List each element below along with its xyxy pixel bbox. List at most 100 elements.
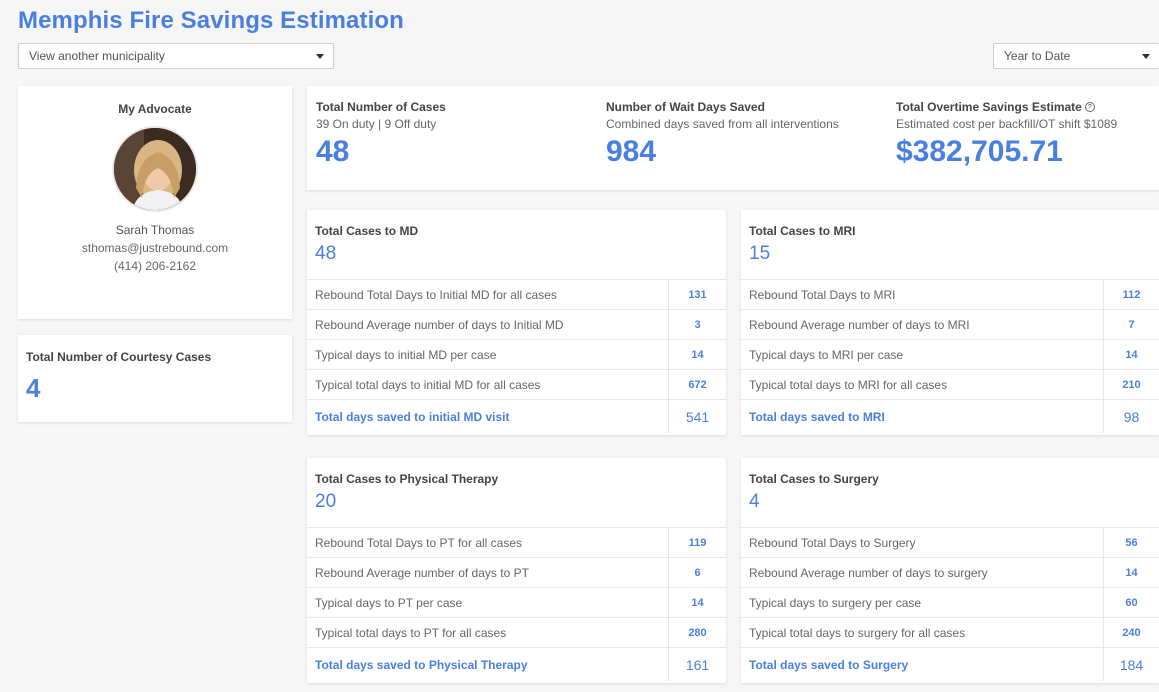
wait-days-title: Number of Wait Days Saved	[606, 100, 765, 114]
row-value: 7	[1103, 310, 1159, 339]
total-cases-sub: 39 On duty | 9 Off duty	[316, 117, 437, 131]
advocate-name: Sarah Thomas	[115, 223, 195, 237]
municipality-select-value: View another municipality	[29, 49, 165, 63]
table-row: Rebound Average number of days to PT 6	[307, 558, 726, 588]
mri-card: Total Cases to MRI 15 Rebound Total Days…	[741, 210, 1159, 435]
courtesy-cases-card: Total Number of Courtesy Cases 4	[18, 335, 292, 422]
total-row: Total days saved to MRI 98	[741, 400, 1159, 433]
table-row: Rebound Total Days to Surgery 56	[741, 528, 1159, 558]
summary-card: Total Number of Cases 39 On duty | 9 Off…	[307, 86, 1159, 190]
total-value: 161	[668, 648, 726, 681]
row-label: Typical days to PT per case	[315, 595, 463, 610]
md-card: Total Cases to MD 48 Rebound Total Days …	[307, 210, 726, 435]
overtime-summary: Total Overtime Savings Estimate? Estimat…	[896, 100, 1117, 169]
row-label: Rebound Average number of days to Initia…	[315, 317, 564, 332]
advocate-phone: (414) 206-2162	[113, 259, 197, 273]
row-value: 240	[1103, 618, 1159, 647]
row-value: 280	[668, 618, 726, 647]
pt-count: 20	[315, 491, 337, 512]
surgery-count: 4	[749, 491, 760, 512]
table-row: Typical days to surgery per case 60	[741, 588, 1159, 618]
chevron-down-icon	[1142, 54, 1150, 59]
row-value: 14	[668, 340, 726, 369]
table-row: Typical total days to MRI for all cases 2…	[741, 370, 1159, 400]
table-row: Rebound Total Days to MRI 112	[741, 280, 1159, 310]
table-row: Typical total days to surgery for all ca…	[741, 618, 1159, 648]
row-label: Rebound Average number of days to MRI	[749, 317, 970, 332]
md-count: 48	[315, 243, 337, 264]
advocate-title: My Advocate	[118, 102, 192, 116]
total-value: 98	[1103, 400, 1159, 433]
total-value: 541	[668, 400, 726, 433]
mri-count: 15	[749, 243, 771, 264]
chevron-down-icon	[316, 54, 324, 59]
total-row: Total days saved to Physical Therapy 161	[307, 648, 726, 681]
row-label: Rebound Total Days to MRI	[749, 287, 896, 302]
row-value: 60	[1103, 588, 1159, 617]
surgery-card: Total Cases to Surgery 4 Rebound Total D…	[741, 458, 1159, 683]
md-title: Total Cases to MD	[315, 224, 419, 238]
overtime-title-row: Total Overtime Savings Estimate?	[896, 100, 1117, 114]
surgery-title: Total Cases to Surgery	[749, 472, 879, 486]
wait-days-sub: Combined days saved from all interventio…	[606, 117, 839, 131]
courtesy-cases-value: 4	[26, 373, 41, 403]
table-row: Rebound Average number of days to MRI 7	[741, 310, 1159, 340]
wait-days-summary: Number of Wait Days Saved Combined days …	[606, 100, 839, 169]
total-label: Total days saved to MRI	[749, 409, 885, 424]
question-circle-icon[interactable]: ?	[1084, 102, 1095, 112]
total-cases-summary: Total Number of Cases 39 On duty | 9 Off…	[316, 100, 446, 169]
row-value: 6	[668, 558, 726, 587]
table-row: Rebound Average number of days to Initia…	[307, 310, 726, 340]
row-label: Typical total days to surgery for all ca…	[749, 625, 966, 640]
row-label: Typical days to initial MD per case	[315, 347, 497, 362]
wait-days-value: 984	[606, 135, 657, 168]
total-row: Total days saved to Surgery 184	[741, 648, 1159, 681]
row-value: 131	[668, 280, 726, 309]
total-label: Total days saved to Physical Therapy	[315, 657, 528, 672]
row-label: Typical total days to MRI for all cases	[749, 377, 948, 392]
page-title: Memphis Fire Savings Estimation	[18, 7, 404, 34]
table-row: Typical days to MRI per case 14	[741, 340, 1159, 370]
table-row: Typical total days to PT for all cases 28…	[307, 618, 726, 648]
row-value: 210	[1103, 370, 1159, 399]
row-value: 119	[668, 528, 726, 557]
row-label: Rebound Average number of days to PT	[315, 565, 529, 580]
overtime-value: $382,705.71	[896, 135, 1063, 168]
row-value: 672	[668, 370, 726, 399]
period-select-value: Year to Date	[1004, 49, 1071, 63]
row-label: Rebound Total Days to Surgery	[749, 535, 916, 550]
municipality-select[interactable]: View another municipality	[18, 43, 334, 69]
avatar	[112, 126, 198, 212]
table-row: Typical days to PT per case 14	[307, 588, 726, 618]
total-value: 184	[1103, 648, 1159, 681]
row-value: 14	[1103, 340, 1159, 369]
physical-therapy-card: Total Cases to Physical Therapy 20 Rebou…	[307, 458, 726, 683]
total-label: Total days saved to Surgery	[749, 657, 909, 672]
mri-title: Total Cases to MRI	[749, 224, 856, 238]
table-row: Rebound Average number of days to surger…	[741, 558, 1159, 588]
table-row: Typical total days to initial MD for all…	[307, 370, 726, 400]
row-label: Typical total days to initial MD for all…	[315, 377, 541, 392]
row-label: Rebound Total Days to PT for all cases	[315, 535, 522, 550]
row-label: Rebound Average number of days to surger…	[749, 565, 988, 580]
pt-title: Total Cases to Physical Therapy	[315, 472, 499, 486]
courtesy-cases-label: Total Number of Courtesy Cases	[26, 350, 212, 364]
row-label: Rebound Total Days to Initial MD for all…	[315, 287, 557, 302]
row-value: 3	[668, 310, 726, 339]
overtime-sub: Estimated cost per backfill/OT shift $10…	[896, 117, 1118, 131]
advocate-card: My Advocate Sarah Thomas sthomas@justreb…	[18, 86, 292, 319]
row-value: 112	[1103, 280, 1159, 309]
table-row: Rebound Total Days to Initial MD for all…	[307, 280, 726, 310]
total-row: Total days saved to initial MD visit 541	[307, 400, 726, 433]
total-label: Total days saved to initial MD visit	[315, 409, 510, 424]
row-label: Typical total days to PT for all cases	[315, 625, 507, 640]
row-label: Typical days to MRI per case	[749, 347, 904, 362]
row-label: Typical days to surgery per case	[749, 595, 922, 610]
advocate-email[interactable]: sthomas@justrebound.com	[18, 241, 292, 255]
total-cases-value: 48	[316, 135, 350, 168]
period-select[interactable]: Year to Date	[993, 43, 1159, 69]
row-value: 14	[1103, 558, 1159, 587]
row-value: 56	[1103, 528, 1159, 557]
row-value: 14	[668, 588, 726, 617]
total-cases-title: Total Number of Cases	[316, 100, 446, 114]
